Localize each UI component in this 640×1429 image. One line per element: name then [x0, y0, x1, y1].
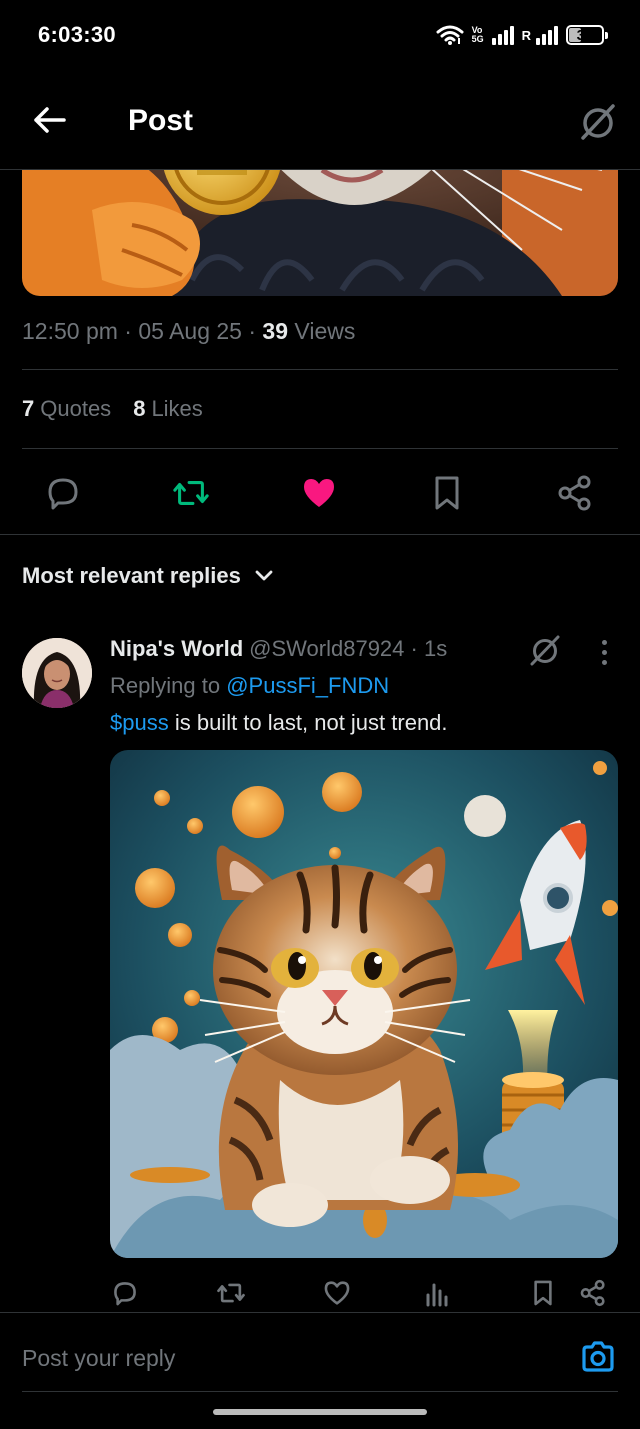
battery-icon: 36	[566, 25, 608, 45]
bookmark-button[interactable]	[428, 474, 466, 512]
divider	[22, 1391, 618, 1392]
share-icon	[558, 475, 591, 511]
post-action-bar	[0, 462, 640, 522]
repost-button[interactable]	[172, 474, 210, 512]
back-arrow-icon[interactable]	[30, 100, 70, 140]
reply-author-name[interactable]: Nipa's World	[110, 636, 243, 661]
home-indicator[interactable]	[213, 1409, 427, 1415]
views-label[interactable]: Views	[294, 318, 355, 344]
camera-icon[interactable]	[580, 1339, 616, 1375]
reply-bookmark-button[interactable]	[528, 1278, 558, 1308]
views-icon	[426, 1283, 448, 1307]
likes-stat[interactable]: 8 Likes	[133, 396, 203, 422]
bookmark-icon	[534, 1280, 552, 1306]
share-button[interactable]	[556, 474, 594, 512]
status-bar: 6:03:30 Vo 5G R 36	[0, 0, 640, 72]
heart-icon	[324, 1281, 350, 1305]
reply-time: 1s	[423, 636, 448, 661]
reply-repost-button[interactable]	[216, 1278, 246, 1308]
share-icon	[580, 1279, 605, 1307]
post-meta: 12:50 pm · 05 Aug 25 · 39 Views	[22, 318, 356, 344]
post-date: 05 Aug 25	[138, 318, 242, 344]
divider	[22, 448, 618, 449]
page-title: Post	[128, 104, 194, 137]
repost-icon	[217, 1283, 245, 1303]
status-icons: Vo 5G R 36	[436, 24, 608, 46]
reply-author-handle[interactable]: @SWorld87924	[249, 636, 404, 661]
views-count: 39	[262, 318, 289, 344]
bookmark-icon	[435, 476, 459, 510]
signal-icon-2	[536, 25, 558, 45]
roaming-label: R	[521, 27, 531, 43]
network-type: Vo 5G	[471, 25, 484, 44]
repost-icon	[173, 481, 209, 505]
divider	[22, 369, 618, 370]
reply-reply-button[interactable]	[110, 1278, 140, 1308]
cashtag-link[interactable]: $puss	[110, 710, 169, 735]
signal-icon	[491, 25, 514, 45]
sort-label: Most relevant replies	[22, 563, 241, 588]
heart-icon	[304, 479, 334, 507]
reply-sort-selector[interactable]: Most relevant replies	[22, 563, 273, 589]
post-time: 12:50 pm	[22, 318, 118, 344]
reply-icon	[114, 1282, 136, 1306]
wifi-icon	[436, 25, 464, 45]
reply-button[interactable]	[44, 474, 82, 512]
reply-image[interactable]	[110, 750, 618, 1258]
top-app-bar: Post	[0, 72, 640, 170]
reply-body: $puss is built to last, not just trend.	[110, 710, 448, 736]
replying-to-link[interactable]: @PussFi_FNDN	[226, 673, 389, 698]
like-button[interactable]	[300, 474, 338, 512]
reply-icon	[48, 478, 78, 510]
grok-icon[interactable]	[578, 100, 618, 144]
chevron-down-icon	[255, 570, 273, 581]
reply-text: is built to last, not just trend.	[168, 710, 448, 735]
grok-icon[interactable]	[527, 632, 563, 668]
reply-action-bar	[0, 1272, 640, 1312]
battery-level: 36	[576, 26, 594, 44]
replying-to: Replying to @PussFi_FNDN	[110, 673, 390, 698]
more-icon[interactable]	[590, 638, 618, 666]
quotes-stat[interactable]: 7 Quotes	[22, 396, 111, 422]
reply-views-button[interactable]	[422, 1278, 452, 1308]
status-time: 6:03:30	[38, 22, 116, 47]
post-stats: 7 Quotes 8 Likes	[22, 396, 203, 422]
reply-share-button[interactable]	[578, 1278, 608, 1308]
avatar[interactable]	[22, 638, 92, 708]
reply-header: Nipa's World @SWorld87924 · 1s	[110, 636, 448, 661]
reply-like-button[interactable]	[322, 1278, 352, 1308]
reply-input[interactable]: Post your reply	[22, 1345, 175, 1372]
divider	[0, 534, 640, 535]
reply-composer: Post your reply	[0, 1312, 640, 1392]
